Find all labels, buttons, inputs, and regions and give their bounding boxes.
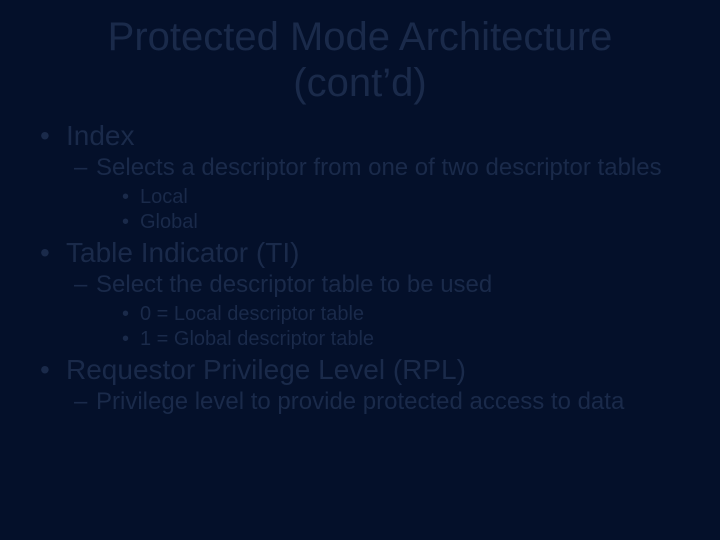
subsub-bullet: 1 = Global descriptor table bbox=[122, 327, 680, 352]
sub-bullet: Privilege level to provide protected acc… bbox=[74, 388, 680, 417]
bullet-index: Index Selects a descriptor from one of t… bbox=[40, 120, 680, 235]
sub-list: Select the descriptor table to be used 0… bbox=[74, 271, 680, 352]
bullet-label: Index bbox=[66, 120, 135, 151]
sub-list: Selects a descriptor from one of two des… bbox=[74, 154, 680, 235]
subsub-label: Global bbox=[140, 211, 198, 233]
bullet-list: Index Selects a descriptor from one of t… bbox=[40, 120, 680, 416]
slide: Protected Mode Architecture (cont’d) Ind… bbox=[0, 0, 720, 540]
bullet-table-indicator: Table Indicator (TI) Select the descript… bbox=[40, 237, 680, 352]
subsub-bullet: Global bbox=[122, 210, 680, 235]
bullet-label: Table Indicator (TI) bbox=[66, 237, 299, 268]
slide-title: Protected Mode Architecture (cont’d) bbox=[40, 14, 680, 106]
sub-label: Privilege level to provide protected acc… bbox=[96, 388, 624, 415]
sub-label: Selects a descriptor from one of two des… bbox=[96, 154, 662, 181]
subsub-label: Local bbox=[140, 186, 188, 208]
subsub-label: 1 = Global descriptor table bbox=[140, 328, 374, 350]
subsub-list: 0 = Local descriptor table 1 = Global de… bbox=[122, 302, 680, 352]
sub-list: Privilege level to provide protected acc… bbox=[74, 388, 680, 417]
sub-bullet: Select the descriptor table to be used 0… bbox=[74, 271, 680, 352]
sub-bullet: Selects a descriptor from one of two des… bbox=[74, 154, 680, 235]
subsub-bullet: 0 = Local descriptor table bbox=[122, 302, 680, 327]
bullet-label: Requestor Privilege Level (RPL) bbox=[66, 354, 466, 385]
subsub-list: Local Global bbox=[122, 185, 680, 235]
subsub-label: 0 = Local descriptor table bbox=[140, 303, 364, 325]
bullet-rpl: Requestor Privilege Level (RPL) Privileg… bbox=[40, 354, 680, 417]
sub-label: Select the descriptor table to be used bbox=[96, 271, 492, 298]
subsub-bullet: Local bbox=[122, 185, 680, 210]
